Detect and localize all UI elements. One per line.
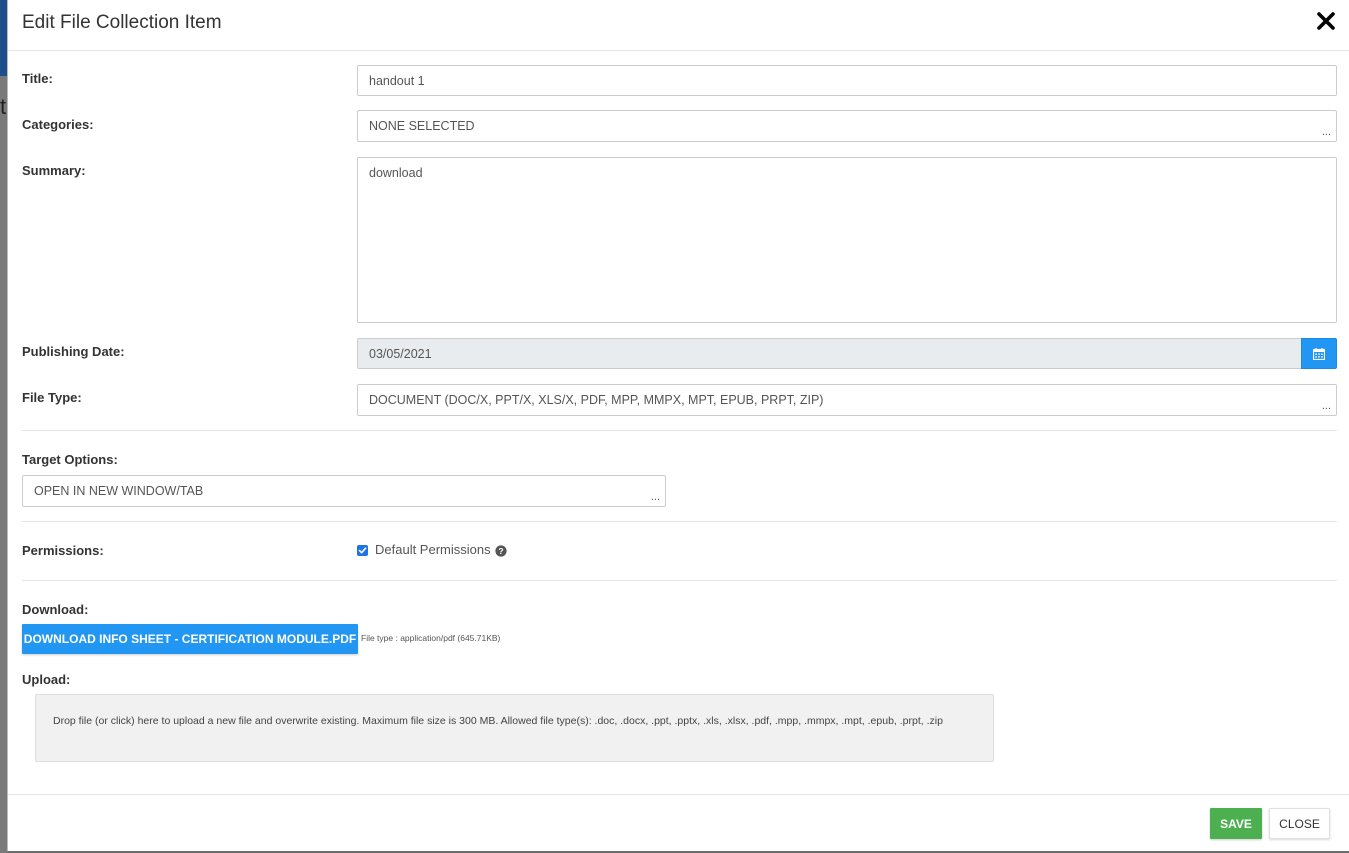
close-icon[interactable] xyxy=(1316,11,1338,35)
title-input[interactable]: handout 1 xyxy=(357,65,1337,96)
download-label: Download: xyxy=(22,602,89,617)
checkmark-icon xyxy=(358,547,367,554)
publishing-date-input[interactable]: 03/05/2021 xyxy=(357,338,1302,369)
svg-text:?: ? xyxy=(498,546,503,556)
target-options-select[interactable]: OPEN IN NEW WINDOW/TAB ... xyxy=(22,475,666,507)
target-options-value: OPEN IN NEW WINDOW/TAB xyxy=(34,484,204,498)
summary-label: Summary: xyxy=(22,163,86,178)
calendar-icon xyxy=(1313,347,1325,360)
publishing-date-label: Publishing Date: xyxy=(22,344,125,359)
close-button[interactable]: CLOSE xyxy=(1269,808,1330,839)
file-type-more-icon: ... xyxy=(1321,400,1331,412)
divider xyxy=(22,521,1337,522)
divider xyxy=(22,430,1337,431)
file-type-label: File Type: xyxy=(22,390,82,405)
calendar-button[interactable] xyxy=(1301,338,1337,369)
modal-title: Edit File Collection Item xyxy=(22,12,222,33)
target-options-more-icon: ... xyxy=(650,491,660,503)
summary-value: download xyxy=(369,166,423,180)
title-label: Title: xyxy=(22,71,53,86)
download-file-button[interactable]: DOWNLOAD INFO SHEET - CERTIFICATION MODU… xyxy=(22,624,358,654)
file-type-select[interactable]: DOCUMENT (DOC/X, PPT/X, XLS/X, PDF, MPP,… xyxy=(357,384,1337,416)
divider xyxy=(22,580,1337,581)
default-permissions-label: Default Permissions xyxy=(375,542,491,557)
summary-textarea[interactable]: download xyxy=(357,157,1337,323)
upload-dropzone-text: Drop file (or click) here to upload a ne… xyxy=(53,715,943,727)
modal-header: Edit File Collection Item xyxy=(8,0,1349,51)
edit-file-collection-modal: Edit File Collection Item Title: handout… xyxy=(7,0,1349,851)
upload-label: Upload: xyxy=(22,672,71,687)
title-input-value: handout 1 xyxy=(369,73,425,88)
file-info-text: File type : application/pdf (645.71KB) xyxy=(361,633,501,643)
publishing-date-value: 03/05/2021 xyxy=(369,346,432,361)
question-circle-icon[interactable]: ? xyxy=(495,544,507,557)
default-permissions-checkbox[interactable] xyxy=(357,545,368,556)
target-options-label: Target Options: xyxy=(22,452,118,467)
categories-value: NONE SELECTED xyxy=(369,119,475,133)
categories-more-icon: ... xyxy=(1321,126,1331,138)
save-button[interactable]: SAVE xyxy=(1210,808,1262,839)
categories-label: Categories: xyxy=(22,117,94,132)
upload-dropzone[interactable]: Drop file (or click) here to upload a ne… xyxy=(35,694,994,762)
file-type-value: DOCUMENT (DOC/X, PPT/X, XLS/X, PDF, MPP,… xyxy=(369,393,824,407)
categories-select[interactable]: NONE SELECTED ... xyxy=(357,110,1337,142)
permissions-label: Permissions: xyxy=(22,543,104,558)
backdrop-text-fragment: t xyxy=(0,94,7,119)
modal-footer xyxy=(8,794,1349,851)
